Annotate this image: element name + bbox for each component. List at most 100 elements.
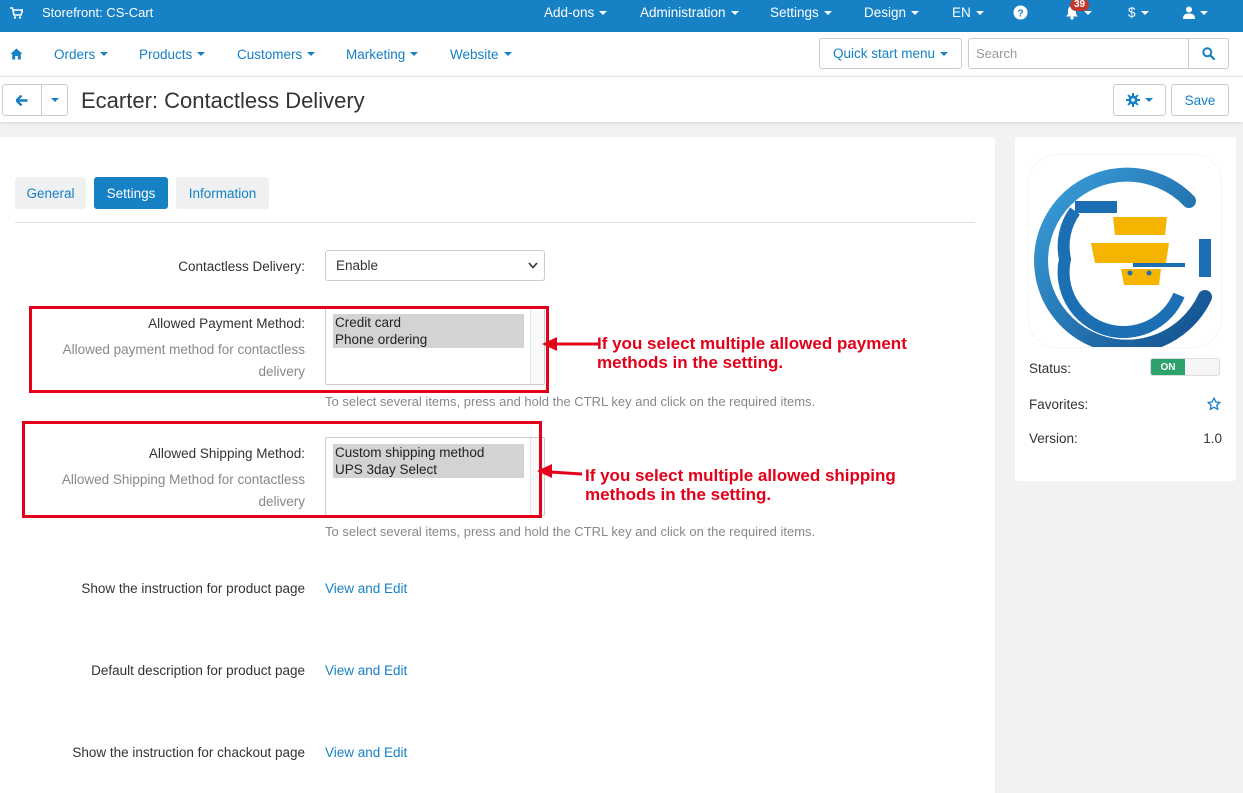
- settings-gear-button[interactable]: [1113, 84, 1166, 116]
- tab-information[interactable]: Information: [176, 177, 269, 209]
- help-button[interactable]: ?: [1013, 0, 1028, 25]
- svg-text:?: ?: [1017, 8, 1023, 19]
- nav-marketing-label: Marketing: [346, 46, 406, 62]
- top-bar: Storefront: CS-Cart Add-ons Administrati…: [0, 0, 1243, 32]
- instruction-checkout-edit-link[interactable]: View and Edit: [325, 745, 407, 760]
- nav-marketing[interactable]: Marketing: [346, 32, 419, 76]
- shipping-annotation-box: [22, 421, 542, 518]
- chevron-down-icon: [1140, 10, 1149, 15]
- instruction-product-label: Show the instruction for product page: [81, 581, 305, 596]
- menu-administration[interactable]: Administration: [640, 0, 739, 25]
- title-bar: Ecarter: Contactless Delivery Save: [0, 76, 1243, 122]
- menu-settings-label: Settings: [770, 5, 819, 20]
- chevron-down-icon: [528, 262, 538, 269]
- payment-annotation-line: methods in the setting.: [597, 353, 784, 372]
- chevron-down-icon: [940, 51, 949, 56]
- page-title: Ecarter: Contactless Delivery: [81, 88, 365, 113]
- shipping-annotation-line: methods in the setting.: [585, 485, 772, 504]
- status-on-label: ON: [1151, 359, 1185, 375]
- instruction-checkout-label: Show the instruction for chackout page: [72, 745, 305, 760]
- menu-currency-label: $: [1128, 5, 1136, 20]
- nav-orders-label: Orders: [54, 46, 96, 62]
- search-icon: [1202, 47, 1215, 60]
- addon-logo: [1029, 155, 1221, 347]
- nav-website[interactable]: Website: [450, 32, 512, 76]
- chevron-down-icon: [307, 52, 316, 56]
- back-dropdown-button[interactable]: [41, 84, 68, 116]
- cart-icon: [10, 6, 24, 19]
- description-product-edit-link[interactable]: View and Edit: [325, 663, 407, 678]
- star-icon[interactable]: [1207, 397, 1221, 411]
- shipping-help-text: To select several items, press and hold …: [325, 524, 816, 539]
- user-menu[interactable]: [1183, 0, 1208, 25]
- payment-annotation-line: If you select multiple allowed payment: [597, 334, 907, 353]
- menu-addons-label: Add-ons: [544, 5, 595, 20]
- nav-website-label: Website: [450, 46, 499, 62]
- search-input[interactable]: [968, 38, 1189, 69]
- help-icon: ?: [1013, 5, 1028, 20]
- shipping-annotation-line: If you select multiple allowed shipping: [585, 466, 896, 485]
- version-value: 1.0: [1203, 431, 1222, 446]
- menu-settings[interactable]: Settings: [770, 0, 832, 25]
- chevron-down-icon: [503, 52, 512, 56]
- nav-orders[interactable]: Orders: [54, 32, 109, 76]
- shipping-annotation-text: If you select multiple allowed shipping …: [585, 466, 896, 504]
- ecarter-logo-icon: [1034, 167, 1212, 347]
- menu-design-label: Design: [864, 5, 907, 20]
- storefront-label: Storefront: CS-Cart: [42, 5, 154, 20]
- menu-language[interactable]: EN: [952, 0, 984, 25]
- save-button[interactable]: Save: [1171, 84, 1229, 116]
- arrow-left-icon: [16, 94, 28, 106]
- chevron-down-icon: [50, 98, 59, 102]
- favorites-label: Favorites:: [1029, 397, 1089, 412]
- chevron-down-icon: [599, 10, 608, 15]
- menu-design[interactable]: Design: [864, 0, 920, 25]
- payment-annotation-box: [29, 306, 549, 393]
- quick-start-label: Quick start menu: [832, 46, 936, 61]
- addon-info-panel: Status: ON Favorites: Version: 1.0: [1015, 137, 1236, 481]
- back-button[interactable]: [2, 84, 42, 116]
- menu-currency[interactable]: $: [1128, 0, 1149, 25]
- chevron-down-icon: [911, 10, 920, 15]
- shipping-annotation-arrow-icon: [537, 464, 583, 478]
- chevron-down-icon: [1200, 10, 1208, 15]
- payment-annotation-text: If you select multiple allowed payment m…: [597, 334, 907, 372]
- chevron-down-icon: [197, 52, 206, 56]
- gear-icon: [1126, 93, 1140, 107]
- home-button[interactable]: [10, 32, 23, 76]
- tab-general[interactable]: General: [15, 177, 86, 209]
- storefront-link[interactable]: Storefront: CS-Cart: [10, 0, 153, 25]
- menu-language-label: EN: [952, 5, 971, 20]
- contactless-delivery-value: Enable: [336, 258, 379, 273]
- nav-products-label: Products: [139, 46, 193, 62]
- search-button[interactable]: [1188, 38, 1229, 69]
- tab-settings[interactable]: Settings: [94, 177, 168, 209]
- description-product-label: Default description for product page: [91, 663, 305, 678]
- chevron-down-icon: [100, 52, 109, 56]
- menu-addons[interactable]: Add-ons: [544, 0, 608, 25]
- user-icon: [1183, 6, 1195, 19]
- main-nav: Orders Products Customers Marketing Webs…: [0, 32, 1243, 76]
- version-label: Version:: [1029, 431, 1078, 446]
- menu-administration-label: Administration: [640, 5, 726, 20]
- nav-products[interactable]: Products: [139, 32, 206, 76]
- status-label: Status:: [1029, 361, 1072, 376]
- quick-start-menu-button[interactable]: Quick start menu: [819, 38, 962, 69]
- status-toggle[interactable]: ON: [1150, 358, 1220, 376]
- contactless-delivery-label: Contactless Delivery:: [178, 259, 305, 274]
- nav-customers-label: Customers: [237, 46, 303, 62]
- notification-count-badge: 39: [1070, 0, 1090, 11]
- chevron-down-icon: [975, 10, 984, 15]
- home-icon: [10, 48, 23, 60]
- instruction-product-edit-link[interactable]: View and Edit: [325, 581, 407, 596]
- tab-divider: [15, 222, 975, 223]
- nav-customers[interactable]: Customers: [237, 32, 316, 76]
- chevron-down-icon: [823, 10, 832, 15]
- chevron-down-icon: [1145, 98, 1153, 102]
- payment-help-text: To select several items, press and hold …: [325, 394, 816, 409]
- chevron-down-icon: [410, 52, 419, 56]
- payment-annotation-arrow-icon: [542, 337, 599, 351]
- chevron-down-icon: [1084, 10, 1092, 15]
- chevron-down-icon: [730, 10, 739, 15]
- contactless-delivery-select[interactable]: Enable: [325, 250, 545, 281]
